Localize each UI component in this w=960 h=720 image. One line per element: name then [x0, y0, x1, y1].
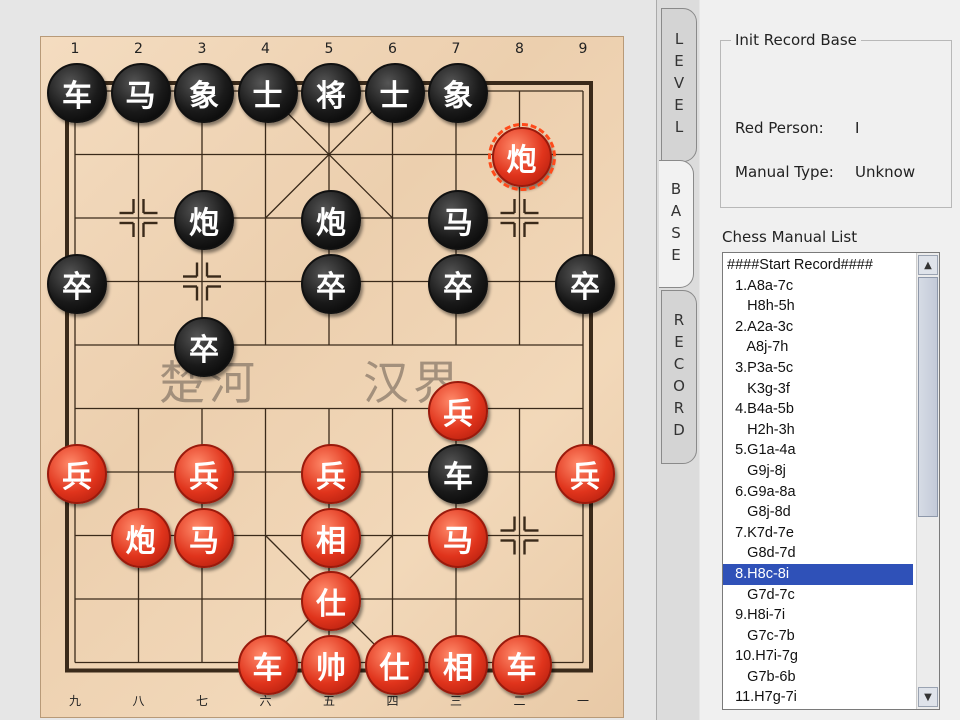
- black-cannon[interactable]: 炮: [174, 190, 234, 250]
- manual-list-item[interactable]: 7.K7d-7e: [723, 523, 913, 544]
- scroll-down-button[interactable]: ▼: [918, 687, 938, 707]
- manual-list-item[interactable]: A8j-7h: [723, 337, 913, 358]
- manual-list-item[interactable]: 2.A2a-3c: [723, 317, 913, 338]
- tab-record[interactable]: RECORD: [661, 290, 697, 464]
- vertical-tab-strip: LEVEL BASE RECORD: [656, 0, 699, 720]
- red-elephant[interactable]: 相: [301, 507, 361, 568]
- scroll-up-button[interactable]: ▲: [918, 255, 938, 275]
- file-number-bottom: 五: [322, 694, 335, 708]
- manual-list-item[interactable]: H2h-3h: [723, 420, 913, 441]
- tab-base[interactable]: BASE: [659, 160, 694, 288]
- manual-list-item[interactable]: 6.G9a-8a: [723, 482, 913, 503]
- black-soldier[interactable]: 卒: [428, 253, 488, 314]
- manual-list-items: ####Start Record#### 1.A8a-7c H8h-5h 2.A…: [723, 255, 913, 708]
- manual-list-title: Chess Manual List: [722, 228, 858, 246]
- black-elephant[interactable]: 象: [428, 63, 488, 123]
- tab-level[interactable]: LEVEL: [661, 8, 697, 162]
- black-advisor[interactable]: 士: [364, 63, 425, 123]
- red-general[interactable]: 帅: [301, 634, 361, 695]
- file-number-bottom: 七: [195, 694, 208, 708]
- file-number-top: 4: [261, 41, 270, 57]
- scroll-thumb[interactable]: [918, 277, 938, 517]
- file-number-top: 8: [515, 41, 524, 57]
- manual-list-item[interactable]: G8d-7d: [723, 543, 913, 564]
- black-soldier[interactable]: 卒: [47, 253, 107, 314]
- chevron-up-icon: ▲: [924, 259, 932, 271]
- red-soldier[interactable]: 兵: [428, 380, 488, 441]
- file-number-top: 6: [388, 41, 397, 57]
- red-person-field: Red Person: I: [735, 119, 859, 137]
- black-chariot[interactable]: 车: [47, 63, 107, 123]
- tab-base-label: BASE: [667, 180, 685, 268]
- black-soldier[interactable]: 卒: [174, 317, 234, 377]
- red-chariot[interactable]: 车: [237, 634, 298, 695]
- red-cannon[interactable]: 炮: [110, 507, 171, 568]
- file-number-bottom: 九: [68, 694, 81, 708]
- black-horse[interactable]: 马: [110, 63, 171, 123]
- tab-level-label: LEVEL: [670, 30, 688, 140]
- manual-list-item[interactable]: 4.B4a-5b: [723, 399, 913, 420]
- manual-list-item[interactable]: G9j-8j: [723, 461, 913, 482]
- xiangqi-board[interactable]: 123456789 九八七六五四三二一 楚河 汉界 车马象士将士象炮炮炮马卒卒卒…: [40, 36, 624, 718]
- black-cannon[interactable]: 炮: [301, 190, 361, 250]
- file-number-top: 9: [578, 41, 588, 57]
- file-number-bottom: 三: [449, 694, 462, 708]
- black-soldier[interactable]: 卒: [301, 253, 361, 314]
- manual-type-value: Unknow: [855, 163, 916, 181]
- file-number-bottom: 八: [132, 694, 145, 708]
- manual-list-item[interactable]: 11.H7g-7i: [723, 687, 913, 708]
- manual-list-item[interactable]: 3.P3a-5c: [723, 358, 913, 379]
- file-number-top: 1: [70, 41, 80, 57]
- red-soldier[interactable]: 兵: [174, 444, 234, 504]
- manual-list-item[interactable]: 10.H7i-7g: [723, 646, 913, 667]
- init-record-base-group: Init Record Base Red Person: I Manual Ty…: [720, 31, 952, 208]
- list-scrollbar[interactable]: ▲ ▼: [916, 253, 939, 709]
- black-soldier[interactable]: 卒: [555, 253, 615, 314]
- file-number-bottom: 四: [386, 694, 399, 708]
- file-number-bottom: 一: [576, 694, 589, 708]
- red-soldier[interactable]: 兵: [555, 444, 615, 504]
- group-title: Init Record Base: [731, 31, 861, 49]
- black-horse[interactable]: 马: [428, 190, 488, 250]
- red-advisor[interactable]: 仕: [301, 571, 361, 631]
- black-chariot[interactable]: 车: [428, 444, 488, 504]
- manual-list-item[interactable]: ####Start Record####: [723, 255, 913, 276]
- red-soldier[interactable]: 兵: [47, 444, 107, 504]
- file-number-top: 7: [451, 41, 461, 57]
- black-advisor[interactable]: 士: [237, 63, 298, 123]
- chevron-down-icon: ▼: [924, 691, 932, 703]
- manual-list-item[interactable]: K3g-3f: [723, 379, 913, 400]
- manual-type-field: Manual Type: Unknow: [735, 163, 915, 181]
- manual-type-label: Manual Type:: [735, 163, 834, 181]
- manual-list-item[interactable]: 9.H8i-7i: [723, 605, 913, 626]
- manual-listbox[interactable]: ####Start Record#### 1.A8a-7c H8h-5h 2.A…: [722, 252, 940, 710]
- red-horse[interactable]: 马: [428, 507, 488, 568]
- red-horse[interactable]: 马: [174, 507, 234, 568]
- red-elephant[interactable]: 相: [428, 634, 488, 695]
- file-number-top: 2: [134, 41, 143, 57]
- red-advisor[interactable]: 仕: [364, 634, 425, 695]
- manual-list-item[interactable]: G7c-7b: [723, 626, 913, 647]
- file-number-bottom: 二: [513, 694, 526, 708]
- manual-list-item[interactable]: 8.H8c-8i: [723, 563, 913, 585]
- manual-list-item[interactable]: 5.G1a-4a: [723, 440, 913, 461]
- red-person-label: Red Person:: [735, 119, 824, 137]
- red-cannon-selected[interactable]: 炮: [487, 122, 556, 191]
- file-number-bottom: 六: [259, 694, 272, 708]
- manual-list-item[interactable]: H8h-5h: [723, 296, 913, 317]
- red-chariot[interactable]: 车: [491, 634, 552, 695]
- base-panel: Init Record Base Red Person: I Manual Ty…: [700, 0, 960, 720]
- red-person-value: I: [855, 119, 860, 137]
- black-elephant[interactable]: 象: [174, 63, 234, 123]
- black-general[interactable]: 将: [301, 63, 361, 123]
- manual-list-item[interactable]: 1.A8a-7c: [723, 276, 913, 297]
- manual-list-item[interactable]: G7d-7c: [723, 585, 913, 606]
- tab-record-label: RECORD: [670, 311, 688, 443]
- red-soldier[interactable]: 兵: [301, 444, 361, 504]
- manual-list-item[interactable]: G8j-8d: [723, 502, 913, 523]
- manual-list-item[interactable]: G7b-6b: [723, 667, 913, 688]
- file-number-top: 5: [324, 41, 334, 57]
- file-number-top: 3: [197, 41, 207, 57]
